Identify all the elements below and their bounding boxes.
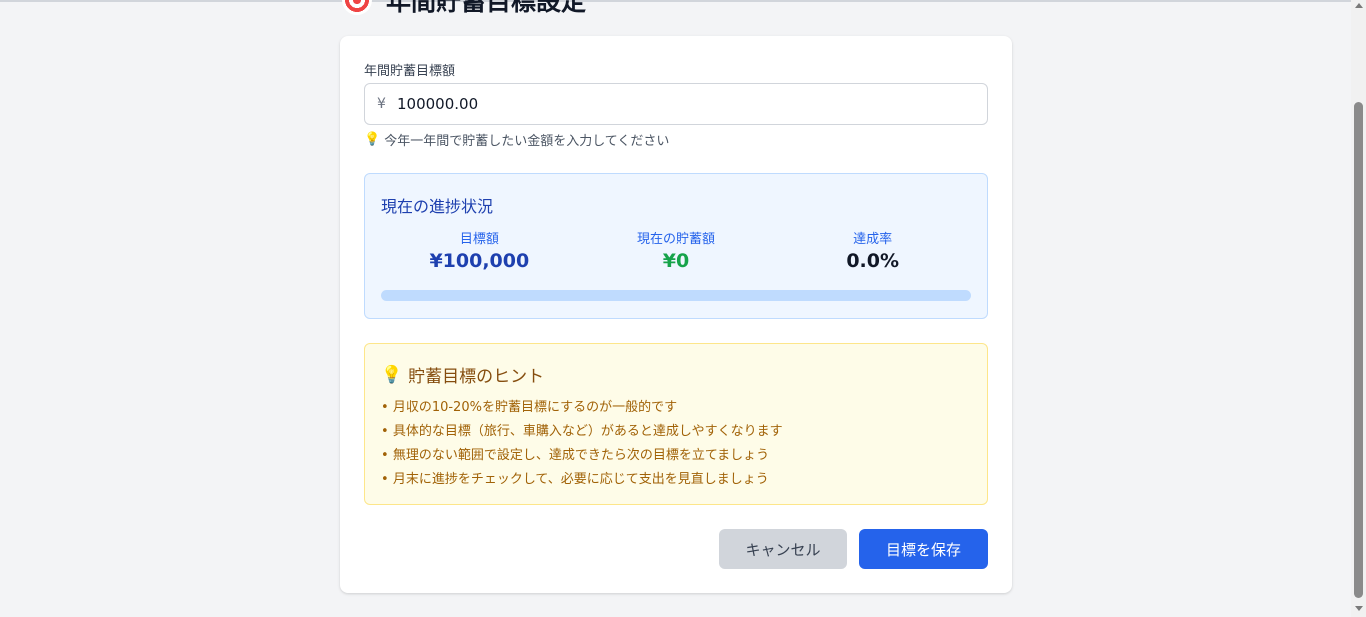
save-goal-button[interactable]: 目標を保存 [859,529,988,569]
stat-target-label: 目標額 [459,232,499,247]
stat-current-label: 現在の貯蓄額 [637,232,716,247]
goal-amount-field[interactable]: ¥ [364,83,988,125]
progress-stats: 目標額 ¥100,000 現在の貯蓄額 ¥0 達成率 0.0% [381,228,971,272]
tips-title-text: 貯蓄目標のヒント [408,367,545,387]
stat-target-value: ¥100,000 [429,250,530,272]
tip-item: 月末に進捗をチェックして、必要に応じて支出を見直しましょう [381,468,783,492]
stat-current-value: ¥0 [662,250,690,272]
goal-amount-label: 年間貯蓄目標額 [364,64,456,79]
scrollbar-thumb[interactable] [1354,102,1363,598]
currency-symbol: ¥ [377,96,386,112]
scroll-down-arrow-icon[interactable] [1355,606,1363,611]
tips-panel: 💡 貯蓄目標のヒント 月収の10-20%を貯蓄目標にするのが一般的です 具体的な… [364,343,988,505]
goal-settings-card: 年間貯蓄目標額 ¥ 💡 今年一年間で貯蓄したい金額を入力してください 現在の進捗… [340,36,1012,593]
lightbulb-icon: 💡 [364,132,381,147]
cancel-button[interactable]: キャンセル [719,529,847,569]
page-title: 年間貯蓄目標設定 [386,0,587,16]
stat-rate: 達成率 0.0% [774,228,971,272]
scroll-up-arrow-icon[interactable] [1355,3,1363,8]
stat-rate-label: 達成率 [853,232,893,247]
target-icon [342,0,372,15]
progress-bar [381,290,971,301]
page-header: 年間貯蓄目標設定 [342,0,586,16]
goal-amount-input[interactable] [397,95,957,113]
browser-top-border [0,0,1366,2]
amount-hint-text: 今年一年間で貯蓄したい金額を入力してください [384,134,670,149]
progress-panel: 現在の進捗状況 目標額 ¥100,000 現在の貯蓄額 ¥0 達成率 0.0% [364,173,988,319]
progress-title: 現在の進捗状況 [381,197,494,216]
stat-current: 現在の貯蓄額 ¥0 [578,228,775,272]
tip-item: 無理のない範囲で設定し、達成できたら次の目標を立てましょう [381,444,783,468]
amount-hint: 💡 今年一年間で貯蓄したい金額を入力してください [364,130,669,149]
stat-target: 目標額 ¥100,000 [381,228,578,272]
stat-rate-value: 0.0% [846,250,900,272]
tip-item: 月収の10-20%を貯蓄目標にするのが一般的です [381,396,783,420]
tips-title: 💡 貯蓄目標のヒント [381,362,545,388]
tip-item: 具体的な目標（旅行、車購入など）があると達成しやすくなります [381,420,783,444]
lightbulb-icon: 💡 [381,364,403,385]
tips-list: 月収の10-20%を貯蓄目標にするのが一般的です 具体的な目標（旅行、車購入など… [381,396,783,492]
vertical-scrollbar[interactable] [1351,0,1366,617]
